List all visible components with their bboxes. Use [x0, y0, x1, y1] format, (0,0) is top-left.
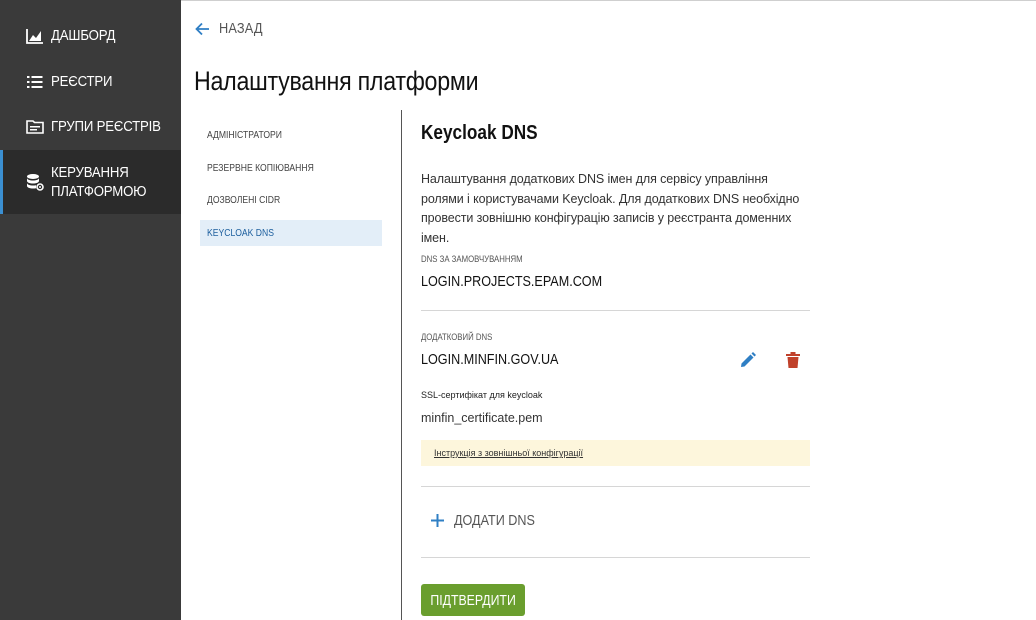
delete-dns-button[interactable] [783, 350, 803, 370]
add-dns-label: ДОДАТИ DNS [454, 512, 535, 529]
back-link[interactable]: НАЗАД [195, 20, 270, 37]
ssl-certificate-label: SSL-сертифікат для keycloak [421, 390, 543, 400]
subnav-item-backup[interactable]: РЕЗЕРВНЕ КОПІЮВАННЯ [200, 155, 382, 181]
subnav-item-label: ДОЗВОЛЕНІ CIDR [207, 194, 281, 207]
edit-dns-button[interactable] [738, 350, 758, 370]
subnav-item-administrators[interactable]: АДМІНІСТРАТОРИ [200, 122, 382, 148]
subnav-item-keycloak-dns[interactable]: KEYCLOAK DNS [200, 219, 382, 246]
ssl-certificate-file: minfin_certificate.pem [421, 411, 543, 425]
top-border [181, 0, 1036, 1]
confirm-button[interactable]: ПІДТВЕРДИТИ [421, 584, 525, 616]
instruction-note: Інструкція з зовнішньої конфігурації [421, 440, 810, 466]
default-dns-label: DNS ЗА ЗАМОВЧУВАННЯМ [421, 254, 523, 265]
sidebar-item-label: ДАШБОРД [51, 27, 116, 44]
sidebar: ДАШБОРД РЕЄСТРИ ГРУПИ РЕЄСТРІВ КЕРУВАННЯ… [0, 0, 181, 620]
plus-icon [431, 514, 444, 527]
sidebar-item-registries[interactable]: РЕЄСТРИ [0, 72, 181, 91]
extra-dns-value: LOGIN.MINFIN.GOV.UA [421, 351, 559, 368]
sidebar-item-label: РЕЄСТРИ [51, 73, 113, 90]
confirm-label: ПІДТВЕРДИТИ [430, 591, 516, 609]
vertical-divider [401, 110, 402, 620]
default-dns-value: LOGIN.PROJECTS.EPAM.COM [421, 273, 603, 290]
section-description: Налаштування додаткових DNS імен для сер… [421, 172, 800, 245]
settings-subnav: АДМІНІСТРАТОРИ РЕЗЕРВНЕ КОПІЮВАННЯ ДОЗВО… [200, 122, 382, 252]
divider [421, 557, 810, 558]
pencil-icon [740, 352, 756, 368]
subnav-item-label: АДМІНІСТРАТОРИ [207, 129, 282, 141]
sidebar-item-platform-management[interactable]: КЕРУВАННЯ ПЛАТФОРМОЮ [0, 150, 181, 214]
trash-icon [786, 352, 800, 368]
sidebar-item-registry-groups[interactable]: ГРУПИ РЕЄСТРІВ [0, 117, 181, 136]
list-icon [26, 73, 44, 91]
folder-icon [26, 118, 44, 136]
instruction-link[interactable]: Інструкція з зовнішньої конфігурації [434, 448, 583, 458]
divider [421, 486, 810, 487]
sidebar-item-label: КЕРУВАННЯ ПЛАТФОРМОЮ [51, 164, 147, 200]
add-dns-button[interactable]: ДОДАТИ DNS [431, 512, 550, 529]
subnav-item-label: РЕЗЕРВНЕ КОПІЮВАННЯ [207, 161, 314, 174]
back-label: НАЗАД [219, 20, 263, 37]
arrow-left-icon [195, 22, 210, 36]
chart-area-icon [26, 27, 44, 45]
section-title: Keycloak DNS [421, 122, 538, 144]
page-title: Налаштування платформи [194, 66, 479, 96]
sidebar-item-label: ГРУПИ РЕЄСТРІВ [51, 118, 161, 135]
extra-dns-label: ДОДАТКОВИЙ DNS [421, 332, 493, 343]
sidebar-item-dashboard[interactable]: ДАШБОРД [0, 26, 181, 45]
active-indicator [0, 150, 3, 214]
subnav-item-label: KEYCLOAK DNS [207, 226, 274, 239]
divider [421, 310, 810, 311]
subnav-item-allowed-cidr[interactable]: ДОЗВОЛЕНІ CIDR [200, 187, 382, 213]
database-gear-icon [26, 173, 44, 191]
